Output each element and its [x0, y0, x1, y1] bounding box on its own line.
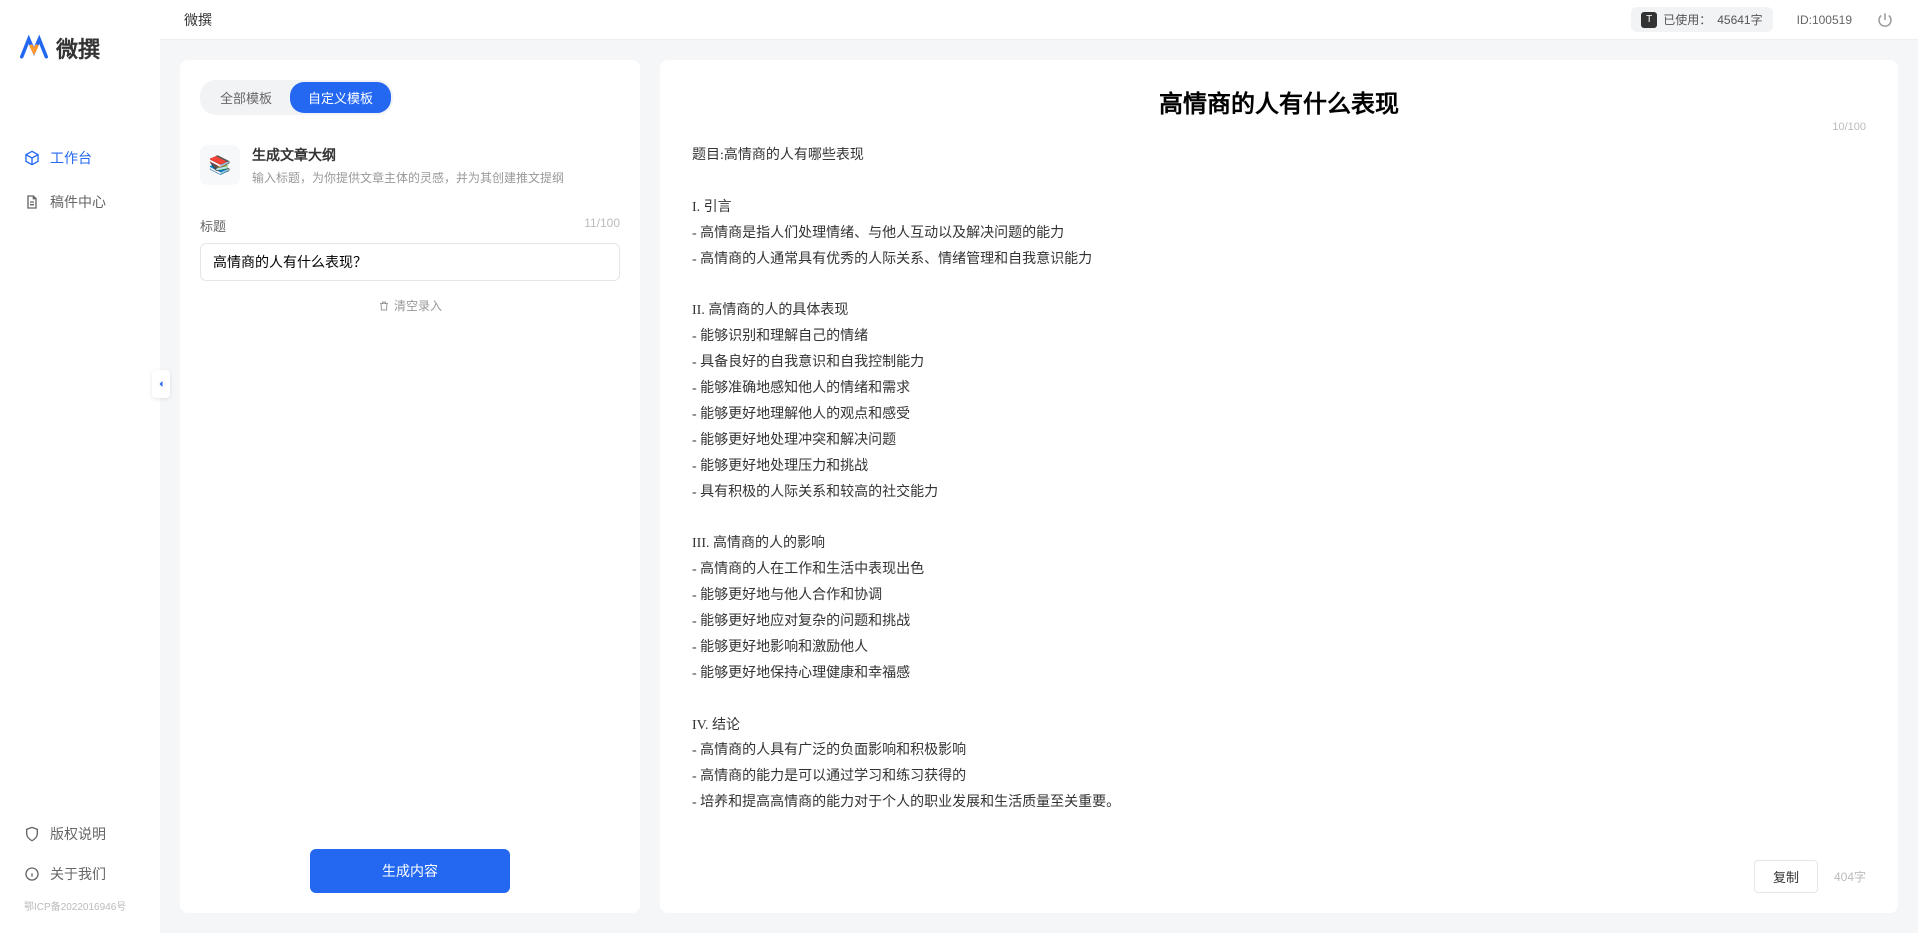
generate-button[interactable]: 生成内容 [310, 849, 510, 893]
template-desc: 输入标题，为你提供文章主体的灵感，并为其创建推文提纲 [252, 169, 564, 186]
tab-custom-templates[interactable]: 自定义模板 [290, 82, 391, 113]
main: 微撰 T 已使用： 45641字 ID:100519 全部模板 自定义模板 [160, 0, 1918, 933]
template-card: 📚 生成文章大纲 输入标题，为你提供文章主体的灵感，并为其创建推文提纲 [200, 135, 620, 196]
nav-item-workbench[interactable]: 工作台 [0, 136, 160, 180]
doc-header: 高情商的人有什么表现 10/100 [692, 84, 1866, 119]
usage-value: 45641字 [1717, 11, 1762, 28]
shield-icon [24, 826, 40, 842]
usage-badge-icon: T [1641, 12, 1657, 28]
title-input[interactable] [200, 243, 620, 281]
usage-prefix: 已使用： [1663, 11, 1711, 28]
doc-footer: 复制 404字 [1754, 860, 1866, 893]
topbar-right: T 已使用： 45641字 ID:100519 [1631, 7, 1894, 32]
brand-logo-icon [20, 34, 48, 62]
page-title: 微撰 [184, 10, 1631, 30]
power-icon[interactable] [1876, 11, 1894, 29]
output-panel: 高情商的人有什么表现 10/100 题目:高情商的人有哪些表现 I. 引言 - … [660, 60, 1898, 913]
doc-title[interactable]: 高情商的人有什么表现 [692, 84, 1866, 119]
brand-name: 微撰 [56, 32, 100, 64]
topbar: 微撰 T 已使用： 45641字 ID:100519 [160, 0, 1918, 40]
clear-input-button[interactable]: 清空录入 [200, 297, 620, 314]
copy-button[interactable]: 复制 [1754, 860, 1818, 893]
title-field-row: 标题 11/100 [200, 216, 620, 235]
sidebar-collapse-handle[interactable] [152, 370, 170, 398]
footer-item-copyright[interactable]: 版权说明 [0, 814, 160, 854]
footer-item-about[interactable]: 关于我们 [0, 854, 160, 894]
trash-icon [378, 300, 390, 312]
footer-item-label: 版权说明 [50, 824, 106, 844]
brand-logo: 微撰 [0, 0, 160, 96]
title-field-label: 标题 [200, 216, 226, 235]
template-tabs: 全部模板 自定义模板 [200, 80, 393, 115]
info-icon [24, 866, 40, 882]
user-id: ID:100519 [1797, 13, 1852, 27]
content: 全部模板 自定义模板 📚 生成文章大纲 输入标题，为你提供文章主体的灵感，并为其… [160, 40, 1918, 933]
icp-text: 鄂ICP备2022016946号 [0, 894, 160, 917]
cube-icon [24, 150, 40, 166]
char-count: 404字 [1834, 868, 1866, 885]
doc-body[interactable]: 题目:高情商的人有哪些表现 I. 引言 - 高情商是指人们处理情绪、与他人互动以… [692, 143, 1866, 816]
clear-label: 清空录入 [394, 297, 442, 314]
template-title: 生成文章大纲 [252, 145, 564, 165]
nav-item-drafts[interactable]: 稿件中心 [0, 180, 160, 224]
doc-title-counter: 10/100 [1832, 121, 1866, 133]
sidebar-footer: 版权说明 关于我们 鄂ICP备2022016946号 [0, 814, 160, 933]
nav-item-label: 稿件中心 [50, 192, 106, 212]
usage-pill[interactable]: T 已使用： 45641字 [1631, 7, 1772, 32]
books-icon: 📚 [200, 145, 240, 185]
footer-item-label: 关于我们 [50, 864, 106, 884]
document-icon [24, 194, 40, 210]
template-panel: 全部模板 自定义模板 📚 生成文章大纲 输入标题，为你提供文章主体的灵感，并为其… [180, 60, 640, 913]
nav: 工作台 稿件中心 [0, 96, 160, 814]
tab-all-templates[interactable]: 全部模板 [202, 82, 290, 113]
title-field-counter: 11/100 [584, 216, 620, 235]
nav-item-label: 工作台 [50, 148, 92, 168]
sidebar: 微撰 工作台 稿件中心 版权说明 [0, 0, 160, 933]
